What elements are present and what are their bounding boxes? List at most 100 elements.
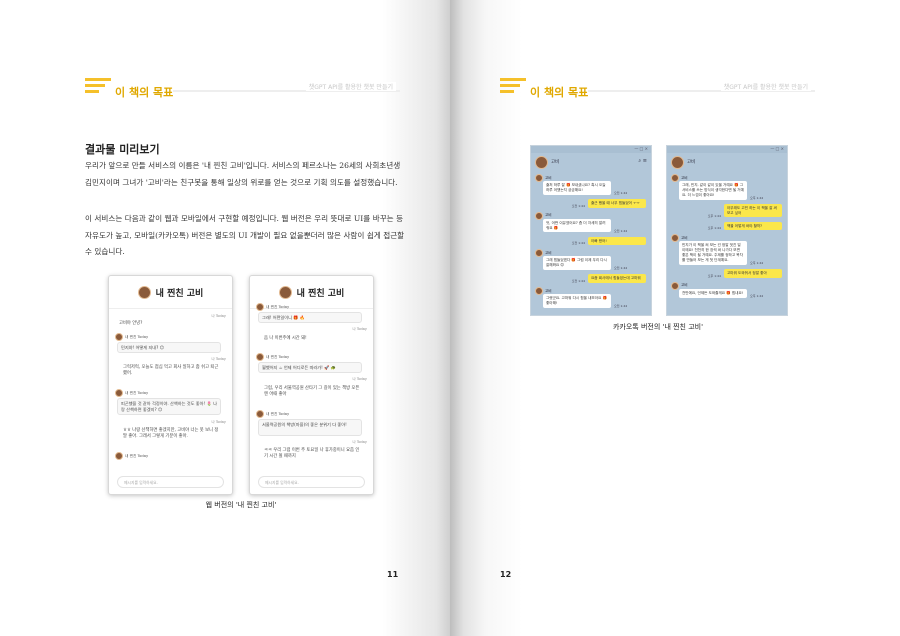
avatar (535, 211, 543, 220)
time-stamp: 오전 1:44 (614, 190, 628, 195)
time-stamp: 오전 1:44 (614, 228, 628, 233)
bot-bubble: 피곤했을 것 같아 걱정이야. 산책하는 것도 좋아! 🌷 나랑 산책하면 좋겠… (117, 398, 221, 415)
right-page: 이 책의 목표 챗GPT API를 활용한 챗봇 만들기 — □ × 고비 ⌕ … (450, 0, 900, 636)
bot-label: 고비 (681, 235, 688, 240)
web-header: 내 찐친 고비 (109, 276, 232, 309)
message-input[interactable]: 메시지를 입력하세요. (258, 476, 365, 488)
bot-label: 고비 (545, 175, 552, 180)
header-bars-icon (500, 78, 526, 98)
bot-label: 고비 (545, 288, 552, 293)
bot-label: 내 찐친 Today (266, 411, 290, 416)
time-stamp: 나 Today (352, 440, 367, 444)
header-bars-icon (85, 78, 111, 98)
bot-name: 내 찐친 Today (115, 452, 148, 460)
avatar (535, 174, 543, 182)
avatar (671, 155, 684, 169)
bot-bubble: 그래! 어쩐일이니 🎁 🔥 (258, 312, 362, 323)
avatar (671, 281, 679, 290)
avatar (671, 234, 679, 243)
paragraph-1: 우리가 앞으로 만들 서비스의 이름은 '내 찐친 고비'입니다. 서비스의 페… (85, 161, 401, 187)
time-stamp: 나 Today (211, 420, 226, 424)
chapter-subtitle: 챗GPT API를 활용한 챗봇 만들기 (305, 82, 396, 91)
web-title: 내 찐친 고비 (155, 288, 204, 299)
avatar (278, 285, 292, 299)
bot-bubble: 엇, 어떤 이유였어요? 좀 더 자세히 알려줘요 🎁 (543, 218, 611, 233)
bot-label: 내 찐친 Today (125, 390, 149, 395)
time-stamp: 오후 1:44 (707, 226, 721, 231)
user-bubble: 출근 했을 때 너무 힘들었어 ㅜㅜ (588, 198, 646, 208)
time-stamp: 오전 1:44 (614, 303, 628, 308)
avatar (256, 353, 264, 361)
time-stamp: 오전 1:44 (614, 266, 628, 271)
kakao-screenshot-2: — □ × 고비 고비 그래, 민지. 같이 같이 있을 거예요 🎁 그 서비스를… (666, 145, 788, 316)
avatar (256, 410, 264, 418)
window-bar: — □ × (531, 146, 651, 153)
chapter-header: 이 책의 목표 챗GPT API를 활용한 챗봇 만들기 (500, 78, 815, 102)
user-message: ㅎㅎ 나랑 산책하면 좋겠지만, 고비야 너는 못 보니 정말 좋아. 그래서 … (123, 428, 219, 439)
message-input[interactable]: 메시지를 입력하세요. (117, 476, 224, 488)
time-stamp: 나 Today (211, 314, 226, 318)
bot-bubble: 출처 하루 잘 🎁 보내셨나요? 혹시 오늘 하루 어땠는지 궁금해요! (543, 181, 611, 195)
chapter-subtitle: 챗GPT API를 활용한 챗봇 만들기 (720, 82, 811, 91)
chapter-header: 이 책의 목표 챗GPT API를 활용한 챗봇 만들기 (85, 78, 400, 102)
bot-name: 내 찐친 Today (115, 389, 148, 397)
avatar (535, 249, 543, 258)
figure-caption: 카카오톡 버전의 '내 찐친 고비' (612, 323, 704, 331)
kakao-screenshot-1: — □ × 고비 ⌕ ≡ 고비 출처 하루 잘 🎁 보내셨나요? 혹시 오늘 하루… (530, 145, 652, 316)
chat-title: 고비 (551, 160, 560, 165)
user-message: 고비야 안녕? (119, 321, 143, 326)
user-bubble: 아빠 왔어! (588, 236, 646, 246)
bot-label: 내 찐친 Today (266, 354, 290, 359)
user-message: 그럼, 우리 서울역공원 산타기 그 길이 있는 책방 오픈엔 어때 좋아 (264, 386, 360, 397)
avatar (671, 174, 679, 182)
window-controls[interactable]: — □ × (770, 146, 784, 151)
web-screenshot-1: 내 찐친 고비 나 Today 고비야 안녕? 내 찐친 Today 민지야! … (108, 275, 233, 495)
bot-bubble: 민지야! 어떻게 지내? 😊 (117, 342, 221, 353)
bot-name: 내 찐친 Today (256, 410, 289, 418)
user-message: ㅋㅋ 우리 그럼 이번 주 토요일 나 휴가중이니 요즘 인기 시간 될 때까지 (264, 448, 360, 459)
time-stamp: 오후 1:44 (750, 261, 764, 265)
window-controls[interactable]: — □ × (634, 146, 648, 151)
bot-name: 내 찐친 Today (256, 303, 289, 311)
bot-name: 내 찐친 Today (256, 353, 289, 361)
time-stamp: 오후 1:44 (707, 213, 721, 218)
time-stamp: 오전 1:44 (571, 203, 585, 208)
user-bubble: 책을 어떻게 써야 할까? (724, 221, 782, 231)
user-bubble: 요즘 회사에서 힘들었는데 고마워 (588, 274, 646, 284)
bot-bubble: 민지가 이 책을 써 보는 건 정말 멋진 일이에요! 천천히 한 장씩 써 나… (679, 241, 747, 265)
time-stamp: 나 Today (352, 327, 367, 331)
bot-label: 내 찐친 Today (125, 334, 149, 339)
avatar (256, 303, 264, 311)
chat-title: 고비 (687, 160, 696, 165)
chapter-title: 이 책의 목표 (530, 86, 589, 99)
bot-bubble: 그랬군요. 고마워 다시 힘을 내보아요 🎁 좋아해! (543, 294, 611, 308)
avatar (535, 155, 548, 169)
bot-label: 고비 (545, 213, 552, 218)
bot-bubble: 서울역공원의 책방(마을)의 좋은 분위기 다 좋아! (258, 419, 362, 436)
search-menu-icon[interactable]: ⌕ ≡ (638, 158, 647, 164)
bot-label: 고비 (545, 250, 552, 255)
time-stamp: 나 Today (211, 357, 226, 361)
avatar (115, 333, 123, 341)
avatar (115, 452, 123, 460)
chapter-title: 이 책의 목표 (115, 86, 174, 99)
bot-bubble: 천만에요, 언제든 도와줄게요 🎁 힘내요! (679, 288, 747, 298)
user-message: 그럭저럭, 오늘도 점심 먹고 회사 일하고 좀 쉬고 퇴근했어. (123, 365, 219, 376)
bot-bubble: 그래 힘들었겠다 🎁 그럼 이제 우리 다시 잘해봐요 😊 (543, 256, 611, 271)
user-bubble: 아무래도 고민 하는 이 책을 잘 써 보고 싶어 (724, 203, 782, 218)
bot-label: 고비 (681, 283, 688, 288)
bot-bubble: 그래, 민지. 같이 같이 있을 거예요 🎁 그 서비스를 쓰는 방식이 생각한… (679, 181, 747, 200)
time-stamp: 나 Today (352, 377, 367, 381)
time-stamp: 오후 1:44 (707, 273, 721, 278)
time-stamp: 오후 1:44 (750, 293, 764, 298)
avatar (137, 285, 151, 299)
avatar (535, 287, 543, 296)
time-stamp: 오전 1:44 (571, 241, 585, 246)
paragraph-2: 이 서비스는 다음과 같이 웹과 모바일에서 구현할 예정입니다. 웹 버전은 … (85, 214, 405, 256)
user-bubble: 고마워 도와줘서 정말 좋아 (724, 269, 782, 278)
page-number: 12 (500, 570, 512, 579)
user-message: 음 나 이번주에 시간 돼! (264, 336, 307, 341)
bot-name: 내 찐친 Today (115, 333, 148, 341)
bot-label: 고비 (681, 175, 688, 180)
bot-label: 내 찐친 Today (125, 453, 149, 458)
